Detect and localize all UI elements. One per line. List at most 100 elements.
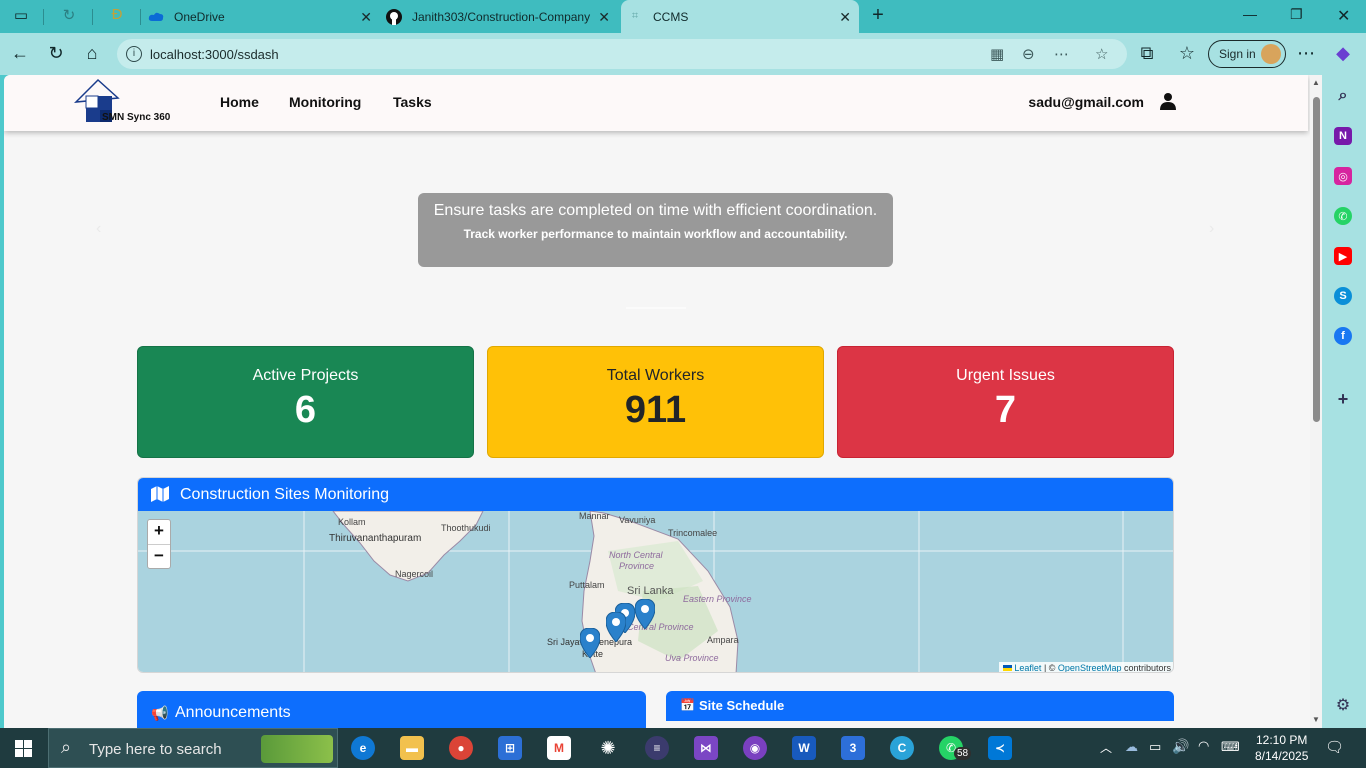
close-window-icon[interactable]: ✕ [1337,6,1350,26]
nav-tasks[interactable]: Tasks [393,94,432,110]
add-sidebar-app-icon[interactable]: + [1334,389,1352,409]
windows-start-icon[interactable] [15,740,32,757]
notifications-icon[interactable]: 🗨 [1325,738,1344,756]
new-tab-icon[interactable]: + [867,4,889,27]
tab-actions-icon[interactable]: ▭ [10,6,32,24]
map-label: Vavuniya [619,515,656,525]
stat-value: 6 [294,389,317,431]
osm-link[interactable]: OpenStreetMap [1058,663,1122,672]
app-3-icon[interactable]: 3 [841,736,865,760]
sign-in-button[interactable]: Sign in [1208,40,1286,68]
nav-home[interactable]: Home [220,94,259,110]
stat-label: Urgent Issues [956,367,1055,384]
edge-sidebar: ⌕ N ◎ ✆ ▶ S f + ⚙ [1322,75,1366,728]
map-marker-icon[interactable] [606,612,626,642]
keyboard-icon[interactable]: ⌨ [1221,739,1240,755]
search-icon[interactable]: ⌕ [1334,87,1352,105]
map-label: Puttalam [569,580,605,590]
settings-more-icon[interactable]: ⋯ [1295,43,1317,64]
carousel-indicator[interactable] [626,307,686,309]
tab-github[interactable]: Janith303/Construction-Company ✕ [386,0,618,33]
carousel-heading: Ensure tasks are completed on time with … [433,202,878,219]
app-available-icon[interactable]: ▦ [990,45,1004,63]
battery-icon[interactable]: ▭ [1149,739,1161,755]
gmail-icon[interactable]: M [547,736,571,760]
map-marker-icon[interactable] [635,599,655,629]
home-icon[interactable]: ⌂ [81,43,103,64]
chatgpt-icon[interactable]: ✺ [596,736,620,760]
zoom-in-button[interactable]: + [148,520,170,544]
stat-card-total-workers: Total Workers 911 [487,346,824,458]
whatsapp-icon[interactable]: ✆ [1334,207,1352,225]
leaflet-map[interactable]: Kollam Thoothukudi Thiruvananthapuram Na… [138,511,1173,672]
github-icon [386,8,402,25]
map-marker-icon[interactable] [580,628,600,658]
word-icon[interactable]: W [792,736,816,760]
zoom-icon[interactable]: ⊖ [1022,45,1035,63]
site-info-icon[interactable]: i [126,46,142,62]
url-text[interactable]: localhost:3000/ssdash [150,47,279,62]
stat-card-active-projects: Active Projects 6 [137,346,474,458]
nav-monitoring[interactable]: Monitoring [289,94,361,110]
stat-value: 7 [994,389,1017,431]
eclipse-icon[interactable]: ≡ [645,736,669,760]
clock-time: 12:10 PM [1256,733,1308,747]
ukraine-flag-icon [1002,665,1012,671]
construction-map-card: Construction Sites Monitoring Kollam Tho [137,477,1174,673]
close-tab-icon[interactable]: ✕ [839,9,851,26]
map-zoom-control: + − [147,519,171,569]
tab-separator [92,9,93,25]
extensions-icon[interactable]: ⧉ [1136,43,1158,64]
pinned-tab-2-icon[interactable]: Ð [106,6,128,23]
vscode-icon[interactable]: ≺ [988,736,1012,760]
carousel-prev-icon[interactable]: ‹ [96,220,101,238]
scroll-down-icon[interactable]: ▼ [1312,715,1320,724]
onedrive-tray-icon[interactable]: ☁ [1125,739,1138,755]
back-icon[interactable]: ← [9,43,31,64]
facebook-icon[interactable]: f [1334,327,1352,345]
sidebar-settings-icon[interactable]: ⚙ [1334,696,1352,714]
store-icon[interactable]: ⊞ [498,736,522,760]
github-desktop-icon[interactable]: ◉ [743,736,767,760]
user-profile-icon[interactable] [1159,92,1177,110]
file-explorer-icon[interactable]: ▬ [400,736,424,760]
refresh-icon[interactable]: ↻ [45,43,67,64]
pinned-tab-icon[interactable]: ↻ [58,6,80,24]
instagram-icon[interactable]: ◎ [1334,167,1352,185]
favorites-icon[interactable]: ☆ [1176,43,1198,64]
tab-onedrive[interactable]: OneDrive ✕ [148,0,380,33]
clock-date: 8/14/2025 [1255,749,1309,763]
tab-ccms[interactable]: ⌗ CCMS ✕ [621,0,859,33]
skype-icon[interactable]: S [1334,287,1352,305]
favorite-star-icon[interactable]: ☆ [1095,45,1108,63]
close-tab-icon[interactable]: ✕ [360,9,372,26]
whatsapp-badge: 58 [954,747,972,760]
scroll-up-icon[interactable]: ▲ [1312,78,1320,87]
volume-icon[interactable]: 🔊 [1172,738,1189,755]
calendar-icon: 📅 [680,698,695,712]
visual-studio-icon[interactable]: ⋈ [694,736,718,760]
url-field[interactable]: i localhost:3000/ssdash ▦ ⊖ ⋯ ☆ [117,39,1127,69]
wifi-icon[interactable]: ◠ [1198,738,1209,754]
more-tools-icon[interactable]: ⋯ [1054,45,1069,63]
youtube-icon[interactable]: ▶ [1334,247,1352,265]
site-logo[interactable]: SMN Sync 360 [73,78,184,128]
page-scrollbar[interactable]: ▲ ▼ [1310,75,1322,728]
carousel-next-icon[interactable]: › [1209,220,1214,238]
close-tab-icon[interactable]: ✕ [598,9,610,26]
copilot-icon[interactable]: ◆ [1332,43,1354,64]
edge-icon[interactable]: e [351,736,375,760]
zoom-out-button[interactable]: − [148,544,170,568]
canva-icon[interactable]: C [890,736,914,760]
chevron-up-icon[interactable]: ︿ [1100,739,1112,756]
taskbar-clock[interactable]: 12:10 PM 8/14/2025 [1255,732,1308,764]
map-label: Thiruvananthapuram [329,533,422,544]
taskbar-search[interactable]: ⌕ Type here to search [48,728,338,768]
scroll-thumb[interactable] [1313,97,1320,422]
chrome-icon[interactable]: ● [449,736,473,760]
restore-icon[interactable]: ❐ [1290,6,1303,23]
onenote-icon[interactable]: N [1334,127,1352,145]
minimize-icon[interactable]: — [1243,6,1257,22]
leaflet-link[interactable]: Leaflet [1014,663,1041,672]
search-icon: ⌕ [61,737,72,757]
